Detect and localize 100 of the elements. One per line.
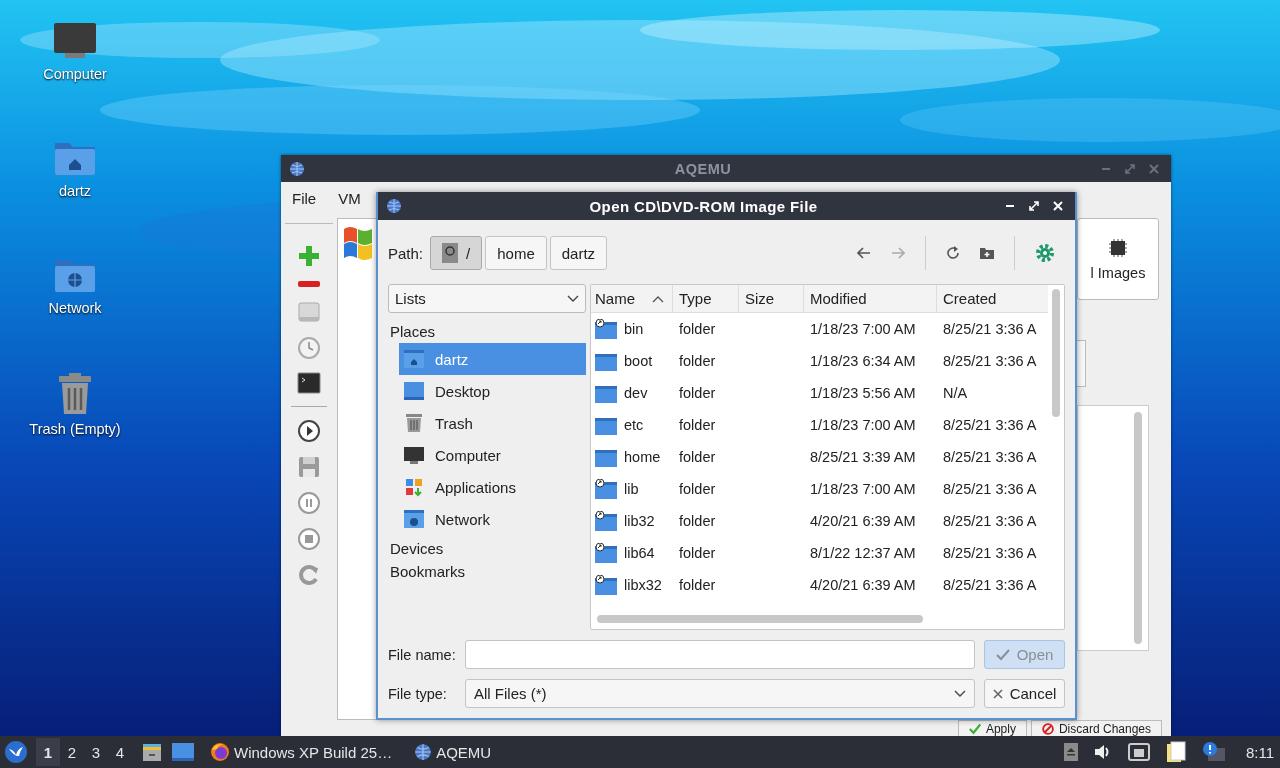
dialog-title: Open CD\DVD-ROM Image File	[588, 197, 819, 215]
table-cell-text: N/A	[942, 385, 969, 401]
stop-icon[interactable]	[297, 527, 321, 551]
desktop-icon	[403, 381, 425, 401]
plus-icon[interactable]	[297, 244, 321, 268]
terminal-icon[interactable]	[297, 372, 321, 394]
file-name[interactable]: bin	[624, 321, 644, 337]
forward-arrow-icon[interactable]	[891, 247, 905, 259]
workspace-button[interactable]: 3	[84, 738, 108, 766]
file-name[interactable]: etc	[624, 417, 644, 433]
menu-item[interactable]: VM	[338, 190, 361, 207]
path-button[interactable]: home	[485, 236, 547, 270]
column-header[interactable]: Name	[591, 285, 673, 312]
workspace-button[interactable]: 2	[60, 738, 84, 766]
drive-icon[interactable]	[297, 300, 321, 324]
place-item[interactable]: Computer	[399, 439, 586, 471]
globe-icon	[414, 743, 433, 761]
table-cell-text: 8/1/22 12:37 AM	[809, 545, 917, 561]
eject-icon[interactable]	[1063, 743, 1078, 761]
file-name[interactable]: lib	[624, 481, 639, 497]
desktop-icon-label[interactable]: Network	[48, 300, 102, 316]
file-name[interactable]: home	[624, 449, 661, 465]
desktop-icon[interactable]	[172, 743, 194, 761]
monitor-icon[interactable]	[53, 22, 97, 60]
place-item[interactable]: Network	[399, 503, 586, 535]
column-header[interactable]: Created	[937, 285, 1046, 312]
place-item[interactable]: Applications	[399, 471, 586, 503]
table-cell-text: 1/18/23 5:56 AM	[809, 385, 917, 401]
table-cell-text: folder	[678, 385, 717, 401]
check-icon	[995, 648, 1010, 661]
table-cell-text: folder	[678, 481, 717, 497]
clock-icon[interactable]	[297, 336, 321, 360]
column-header[interactable]: Modified	[804, 285, 937, 312]
path-button[interactable]: /	[430, 236, 483, 270]
back-arrow-icon[interactable]	[857, 247, 871, 259]
section-heading[interactable]: Places	[390, 323, 586, 340]
column-header[interactable]: Size	[739, 285, 804, 312]
chevron-down-icon	[954, 689, 966, 698]
globe-icon	[386, 198, 402, 214]
desktop-icon-label[interactable]: dartz	[58, 183, 92, 199]
table-cell-text: 4/20/21 6:39 AM	[809, 577, 917, 593]
clipboard-icon[interactable]	[1165, 741, 1186, 763]
column-header[interactable]: Type	[673, 285, 739, 312]
workspace-button[interactable]: 4	[108, 738, 132, 766]
window-title: AQEMU	[673, 160, 733, 177]
sort-up-icon	[652, 294, 664, 303]
reload-icon[interactable]	[946, 246, 960, 260]
file-name[interactable]: dev	[624, 385, 648, 401]
table-cell-text: folder	[678, 417, 717, 433]
table-cell-text: folder	[678, 577, 717, 593]
field-label: File name:	[388, 646, 456, 663]
file-name[interactable]: lib32	[624, 513, 655, 529]
table-cell-text: 8/25/21 3:36 A	[942, 321, 1038, 337]
bird-logo-icon[interactable]	[4, 740, 28, 764]
discard-button[interactable]: Discard Changes	[1030, 720, 1162, 736]
table-cell-text: folder	[678, 513, 717, 529]
table-cell-text: 8/25/21 3:36 A	[942, 577, 1038, 593]
minus-icon[interactable]	[297, 280, 321, 288]
file-name[interactable]: libx32	[624, 577, 662, 593]
scrollbar[interactable]	[1134, 412, 1142, 644]
place-item[interactable]: Trash	[399, 407, 586, 439]
images-button[interactable]: l Images	[1077, 218, 1159, 300]
monitor-icon	[403, 445, 425, 465]
apply-button[interactable]: Apply	[957, 720, 1027, 736]
scrollbar[interactable]	[597, 615, 923, 623]
section-heading[interactable]: Devices	[390, 540, 586, 558]
home-folder-icon	[403, 349, 425, 369]
section-heading[interactable]: Bookmarks	[390, 563, 586, 581]
notification-icon[interactable]	[1201, 741, 1226, 763]
no-entry-icon	[1041, 722, 1054, 735]
pause-icon[interactable]	[297, 491, 321, 515]
menu-item[interactable]: File	[292, 190, 317, 207]
drive-icon	[442, 243, 459, 263]
globe-icon	[289, 160, 305, 177]
table-cell-text: folder	[678, 353, 717, 369]
table-cell-text: 1/18/23 7:00 AM	[809, 481, 917, 497]
scrollbar[interactable]	[1052, 289, 1060, 417]
place-item[interactable]: Desktop	[399, 375, 586, 407]
file-name[interactable]: boot	[624, 353, 653, 369]
path-button[interactable]: dartz	[549, 236, 608, 270]
check-icon	[968, 722, 981, 735]
chip-icon	[1107, 237, 1129, 259]
file-name-field[interactable]	[465, 640, 975, 669]
network-folder-icon	[403, 509, 425, 529]
floppy-icon[interactable]	[297, 455, 321, 479]
clock[interactable]: 8:11	[1245, 743, 1274, 761]
new-folder-icon[interactable]	[980, 247, 994, 259]
workspace-button[interactable]: 1	[36, 738, 60, 766]
file-cabinet-icon[interactable]	[142, 742, 162, 762]
taskbar-task[interactable]: AQEMU	[408, 737, 498, 767]
file-name[interactable]: lib64	[624, 545, 655, 561]
cancel-button[interactable]: Cancel	[984, 679, 1065, 708]
gear-icon[interactable]	[1035, 243, 1055, 263]
view-select[interactable]: Lists	[388, 284, 586, 313]
table-cell-text: folder	[678, 449, 717, 465]
network-port-icon[interactable]	[1127, 743, 1150, 761]
desktop-icon-label[interactable]: Trash (Empty)	[29, 421, 121, 437]
play-icon[interactable]	[297, 419, 321, 443]
taskbar-task[interactable]: Windows XP Build 25…	[204, 737, 399, 767]
file-type-select[interactable]: All Files (*)	[465, 679, 975, 708]
